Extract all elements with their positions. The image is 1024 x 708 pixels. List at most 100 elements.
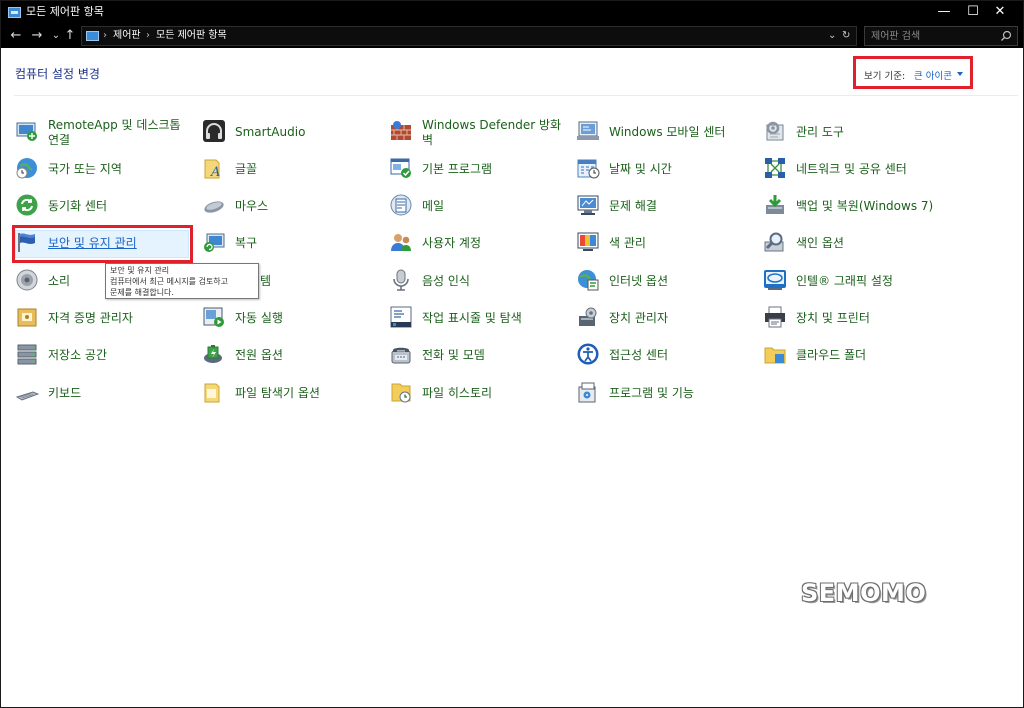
item-firewall[interactable]: Windows Defender 방화 벽 xyxy=(389,116,575,150)
tooltip-description: 컴퓨터에서 최근 메시지를 검토하고 xyxy=(110,277,229,286)
item-speech-recognition[interactable]: 음성 인식 xyxy=(389,265,575,299)
item-cloud-folder[interactable]: 클라우드 폴더 xyxy=(763,339,949,373)
item-label: 키보드 xyxy=(48,386,82,400)
breadcrumb-separator: › xyxy=(146,30,150,41)
user-accounts-icon xyxy=(391,234,411,251)
item-remoteapp[interactable]: RemoteApp 및 데스크톱 연결 xyxy=(15,116,201,150)
item-tooltip: 보안 및 유지 관리 컴퓨터에서 최근 메시지를 검토하고 문제를 해결합니다. xyxy=(105,263,259,299)
view-by-label: 보기 기준: xyxy=(864,71,906,82)
taskbar-icon xyxy=(390,306,412,328)
item-ease-of-access[interactable]: 접근성 센터 xyxy=(576,339,762,373)
selection-highlight-annotation xyxy=(12,225,193,263)
item-label: 소리 xyxy=(48,274,71,288)
item-file-history[interactable]: 파일 히스토리 xyxy=(389,377,575,411)
date-time-icon xyxy=(577,159,600,179)
item-network-sharing[interactable]: 네트워크 및 공유 센터 xyxy=(763,153,949,187)
item-label: 문제 해결 xyxy=(609,199,657,213)
item-device-manager[interactable]: 장치 관리자 xyxy=(576,302,762,336)
item-fonts[interactable]: A 글꼴 xyxy=(202,153,388,187)
address-box[interactable]: › 제어판 › 모든 제어판 항목 ⌄ ↻ xyxy=(81,26,857,46)
region-clock-icon xyxy=(16,158,37,179)
breadcrumb-control-panel[interactable]: 제어판 xyxy=(113,29,141,43)
item-mail[interactable]: 메일 xyxy=(389,190,575,224)
item-label: 백업 및 복원(Windows 7) xyxy=(796,199,934,213)
chevron-down-icon[interactable] xyxy=(957,72,963,76)
item-label: 전원 옵션 xyxy=(235,348,283,362)
item-smartaudio[interactable]: SmartAudio xyxy=(202,116,388,150)
item-label: 날짜 및 시간 xyxy=(609,162,672,176)
item-programs-features[interactable]: 프로그램 및 기능 xyxy=(576,377,762,411)
device-manager-icon xyxy=(579,307,597,326)
item-indexing-options[interactable]: 색인 옵션 xyxy=(763,227,949,261)
item-label: RemoteApp 및 데스크톱 xyxy=(48,118,181,132)
item-color-management[interactable]: 색 관리 xyxy=(576,227,762,261)
item-label: 사용자 계정 xyxy=(422,236,482,250)
color-management-icon xyxy=(577,232,599,251)
item-label: 자동 실행 xyxy=(235,311,283,325)
headphones-icon xyxy=(203,120,225,142)
refresh-button[interactable]: ↻ xyxy=(842,29,850,43)
item-label: 메일 xyxy=(422,199,445,213)
item-admin-tools[interactable]: 관리 도구 xyxy=(763,116,949,150)
item-mouse[interactable]: 마우스 xyxy=(202,190,388,224)
up-button[interactable]: ↑ xyxy=(61,27,79,45)
forward-button[interactable]: → xyxy=(28,27,46,45)
item-internet-options[interactable]: 인터넷 옵션 xyxy=(576,265,762,299)
item-date-time[interactable]: 날짜 및 시간 xyxy=(576,153,762,187)
address-dropdown-button[interactable]: ⌄ xyxy=(828,29,836,43)
mail-icon xyxy=(390,194,412,216)
mouse-icon xyxy=(204,201,224,213)
item-folder-options[interactable]: 파일 탐색기 옵션 xyxy=(202,377,388,411)
view-by-dropdown[interactable]: 큰 아이콘 xyxy=(914,68,952,82)
credential-manager-icon xyxy=(17,308,37,327)
item-label: 프로그램 및 기능 xyxy=(609,386,694,400)
item-taskbar-navigation[interactable]: 작업 표시줄 및 탐색 xyxy=(389,302,575,336)
microphone-icon xyxy=(393,269,409,291)
item-label: 벽 xyxy=(422,133,434,147)
item-default-programs[interactable]: 기본 프로그램 xyxy=(389,153,575,187)
item-label: 글꼴 xyxy=(235,162,258,176)
item-keyboard[interactable]: 키보드 xyxy=(15,377,201,411)
window-title: 모든 제어판 항목 xyxy=(26,5,104,18)
item-credential-manager[interactable]: 자격 증명 관리자 xyxy=(15,302,201,336)
item-troubleshooting[interactable]: 문제 해결 xyxy=(576,190,762,224)
control-panel-icon xyxy=(86,31,99,41)
item-user-accounts[interactable]: 사용자 계정 xyxy=(389,227,575,261)
item-mobility-center[interactable]: Windows 모바일 센터 xyxy=(576,116,762,150)
item-label: 연결 xyxy=(48,133,71,147)
item-label: 마우스 xyxy=(235,199,269,213)
item-power-options[interactable]: 전원 옵션 xyxy=(202,339,388,373)
item-sync-center[interactable]: 동기화 센터 xyxy=(15,190,201,224)
search-input[interactable] xyxy=(871,29,991,43)
cloud-folder-icon xyxy=(764,347,786,364)
item-region[interactable]: 국가 또는 지역 xyxy=(15,153,201,187)
item-label: 음성 인식 xyxy=(422,274,470,288)
file-history-icon xyxy=(391,383,411,403)
breadcrumb-all-items[interactable]: 모든 제어판 항목 xyxy=(156,29,227,43)
item-devices-printers[interactable]: 장치 및 프린터 xyxy=(763,302,949,336)
item-autoplay[interactable]: 자동 실행 xyxy=(202,302,388,336)
fonts-icon: A xyxy=(204,159,220,180)
item-label: 기본 프로그램 xyxy=(422,162,493,176)
item-backup-restore[interactable]: 백업 및 복원(Windows 7) xyxy=(763,190,949,224)
remoteapp-icon xyxy=(16,122,37,141)
search-icon xyxy=(1001,30,1012,41)
title-bar: 모든 제어판 항목 — ☐ ✕ xyxy=(1,1,1023,24)
control-panel-icon xyxy=(8,7,21,18)
item-label: 색인 옵션 xyxy=(796,236,844,250)
troubleshoot-icon xyxy=(577,195,599,215)
search-box[interactable] xyxy=(864,26,1018,46)
item-intel-graphics[interactable]: 인텔® 그래픽 설정 xyxy=(763,265,949,299)
item-label: 네트워크 및 공유 센터 xyxy=(796,162,907,176)
item-phone-modem[interactable]: 전화 및 모뎀 xyxy=(389,339,575,373)
item-label: 국가 또는 지역 xyxy=(48,162,122,176)
default-programs-icon xyxy=(390,158,411,178)
item-storage-spaces[interactable]: 저장소 공간 xyxy=(15,339,201,373)
close-button[interactable]: ✕ xyxy=(977,1,1023,24)
header-divider xyxy=(14,95,1018,96)
sync-center-icon xyxy=(16,194,38,216)
page-title: 컴퓨터 설정 변경 xyxy=(15,67,100,81)
back-button[interactable]: ← xyxy=(7,27,25,45)
item-label: Windows 모바일 센터 xyxy=(609,125,726,139)
item-recovery[interactable]: 복구 xyxy=(202,227,388,261)
